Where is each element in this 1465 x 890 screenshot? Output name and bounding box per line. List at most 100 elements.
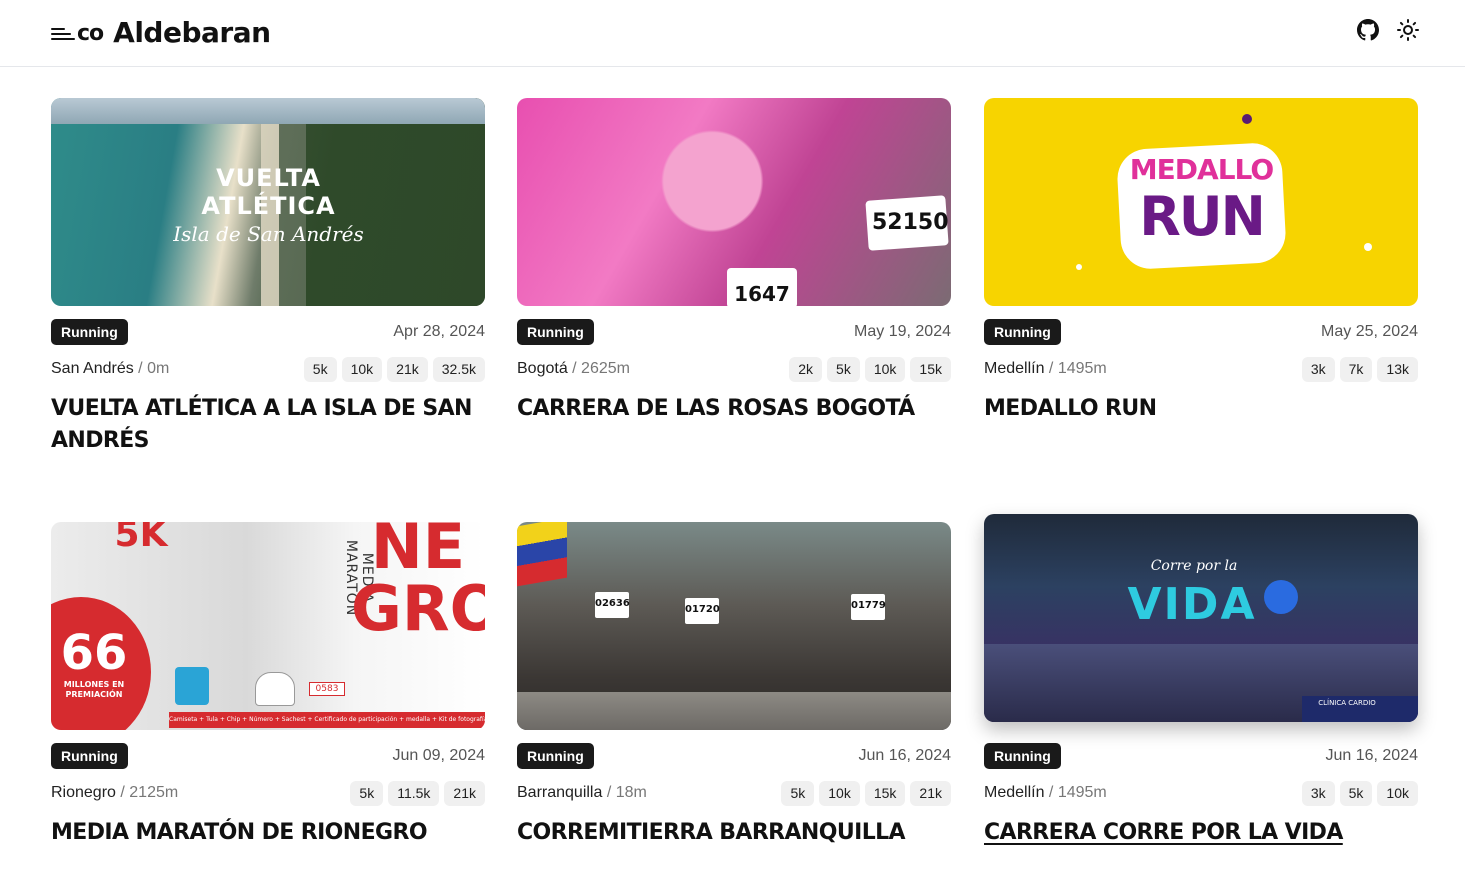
- image-prize-label: MILLONES EN PREMIACIÓN: [63, 680, 125, 699]
- logo-mark-text: co: [77, 20, 104, 46]
- category-badge[interactable]: Running: [51, 743, 128, 769]
- distance-list: 5k 11.5k 21k: [350, 780, 485, 806]
- event-city: San Andrés: [51, 360, 134, 377]
- header-actions: [1355, 17, 1421, 43]
- sun-icon: [1397, 19, 1419, 41]
- event-altitude: / 2625m: [567, 360, 630, 377]
- category-badge[interactable]: Running: [984, 743, 1061, 769]
- event-title[interactable]: MEDALLO RUN: [984, 393, 1418, 425]
- distance-list: 5k 10k 15k 21k: [781, 780, 951, 806]
- event-title[interactable]: CARRERA CORRE POR LA VIDA: [984, 817, 1418, 849]
- event-altitude: / 2125m: [115, 784, 179, 801]
- category-badge[interactable]: Running: [517, 743, 594, 769]
- distance-chip[interactable]: 3k: [1301, 356, 1335, 382]
- distance-chip[interactable]: 10k: [1377, 780, 1418, 806]
- distance-list: 5k 10k 21k 32.5k: [303, 356, 485, 382]
- event-title[interactable]: CARRERA DE LAS ROSAS BOGOTÁ: [517, 393, 951, 425]
- distance-chip[interactable]: 13k: [1377, 356, 1418, 382]
- distance-chip[interactable]: 5k: [827, 356, 860, 382]
- distance-chip[interactable]: 7k: [1339, 356, 1373, 382]
- event-location: Medellín / 1495m: [984, 360, 1107, 378]
- event-location: San Andrés / 0m: [51, 360, 169, 378]
- event-location-row: Barranquilla / 18m 5k 10k 15k 21k: [517, 780, 951, 806]
- event-image[interactable]: VUELTA ATLÉTICA Isla de San Andrés: [51, 98, 485, 306]
- distance-chip[interactable]: 3k: [1301, 780, 1335, 806]
- distance-chip[interactable]: 21k: [444, 780, 485, 806]
- event-meta: Running Jun 16, 2024: [517, 743, 951, 769]
- event-city: Bogotá: [517, 360, 568, 377]
- bib-number: 52150: [872, 210, 949, 235]
- distance-chip[interactable]: 21k: [910, 780, 951, 806]
- category-badge[interactable]: Running: [51, 319, 128, 345]
- event-location-row: San Andrés / 0m 5k 10k 21k 32.5k: [51, 356, 485, 382]
- event-location-row: Rionegro / 2125m 5k 11.5k 21k: [51, 780, 485, 806]
- github-icon: [1357, 19, 1379, 41]
- image-title-line: VUELTA: [216, 164, 321, 192]
- image-sponsor-text: CLÍNICA CARDIO: [1318, 699, 1376, 707]
- image-logo-text: RUN: [1139, 185, 1266, 248]
- event-meta: Running Jun 09, 2024: [51, 743, 485, 769]
- distance-chip[interactable]: 5k: [1339, 780, 1373, 806]
- image-bib-number: 0583: [315, 684, 339, 694]
- event-meta: Running May 25, 2024: [984, 319, 1418, 345]
- event-meta: Running May 19, 2024: [517, 319, 951, 345]
- event-location-row: Bogotá / 2625m 2k 5k 10k 15k: [517, 356, 951, 382]
- event-image[interactable]: 5K 66 MILLONES EN PREMIACIÓN MEDIA MARAT…: [51, 522, 485, 730]
- distance-chip[interactable]: 21k: [387, 356, 428, 382]
- event-location: Medellín / 1495m: [984, 784, 1107, 802]
- image-logo-caption: Corre por la: [1150, 558, 1238, 574]
- event-date: Jun 16, 2024: [1325, 747, 1418, 764]
- event-title[interactable]: CORREMITIERRA BARRANQUILLA: [517, 817, 951, 849]
- event-city: Medellín: [984, 784, 1045, 801]
- category-badge[interactable]: Running: [984, 319, 1061, 345]
- image-distance-text: 5K: [114, 522, 168, 555]
- event-image[interactable]: 52150 1647: [517, 98, 951, 306]
- event-location: Barranquilla / 18m: [517, 784, 647, 802]
- event-location: Bogotá / 2625m: [517, 360, 630, 378]
- image-title-line: NE: [370, 522, 466, 583]
- event-location: Rionegro / 2125m: [51, 784, 178, 802]
- distance-chip[interactable]: 10k: [819, 780, 860, 806]
- event-date: Apr 28, 2024: [393, 323, 485, 340]
- logo-lines-icon: [51, 28, 75, 40]
- site-logo[interactable]: co Aldebaran: [51, 14, 271, 50]
- bib-number: 1647: [734, 282, 790, 306]
- event-altitude: / 0m: [133, 360, 170, 377]
- event-date: Jun 16, 2024: [858, 747, 951, 764]
- distance-chip[interactable]: 2k: [789, 356, 823, 382]
- event-image[interactable]: Corre por la VIDA CLÍNICA CARDIO: [984, 514, 1418, 722]
- event-image[interactable]: MEDALLO RUN: [984, 98, 1418, 306]
- distance-chip[interactable]: 32.5k: [432, 356, 485, 382]
- event-image[interactable]: 02636 01720 01779: [517, 522, 951, 730]
- distance-chip[interactable]: 11.5k: [388, 780, 440, 806]
- bib-number: 02636: [595, 598, 630, 609]
- bib-number: 01779: [851, 600, 886, 611]
- event-location-row: Medellín / 1495m 3k 7k 13k: [984, 356, 1418, 382]
- event-date: May 19, 2024: [854, 323, 951, 340]
- image-prize-amount: 66: [60, 625, 128, 681]
- site-name: Aldebaran: [113, 15, 271, 49]
- distance-chip[interactable]: 10k: [864, 356, 906, 382]
- image-subtitle: Isla de San Andrés: [173, 222, 364, 246]
- image-logo-text: VIDA: [1127, 579, 1257, 630]
- event-date: Jun 09, 2024: [392, 747, 485, 764]
- distance-chip[interactable]: 5k: [350, 780, 384, 806]
- distance-chip[interactable]: 5k: [303, 356, 337, 382]
- event-location-row: Medellín / 1495m 3k 5k 10k: [984, 780, 1418, 806]
- event-city: Barranquilla: [517, 784, 603, 801]
- image-title-line: GRO: [351, 572, 485, 645]
- distance-chip[interactable]: 15k: [910, 356, 951, 382]
- category-badge[interactable]: Running: [517, 319, 594, 345]
- distance-chip[interactable]: 10k: [341, 356, 383, 382]
- github-link[interactable]: [1355, 17, 1381, 43]
- theme-toggle-button[interactable]: [1395, 17, 1421, 43]
- event-title[interactable]: MEDIA MARATÓN DE RIONEGRO: [51, 817, 485, 849]
- event-altitude: / 18m: [602, 784, 647, 801]
- distance-list: 2k 5k 10k 15k: [789, 356, 951, 382]
- event-meta: Running Apr 28, 2024: [51, 319, 485, 345]
- distance-chip[interactable]: 5k: [781, 780, 815, 806]
- image-logo-text: MEDALLO: [1129, 153, 1274, 186]
- event-title[interactable]: VUELTA ATLÉTICA A LA ISLA DE SAN ANDRÉS: [51, 393, 485, 457]
- event-meta: Running Jun 16, 2024: [984, 743, 1418, 769]
- distance-chip[interactable]: 15k: [864, 780, 906, 806]
